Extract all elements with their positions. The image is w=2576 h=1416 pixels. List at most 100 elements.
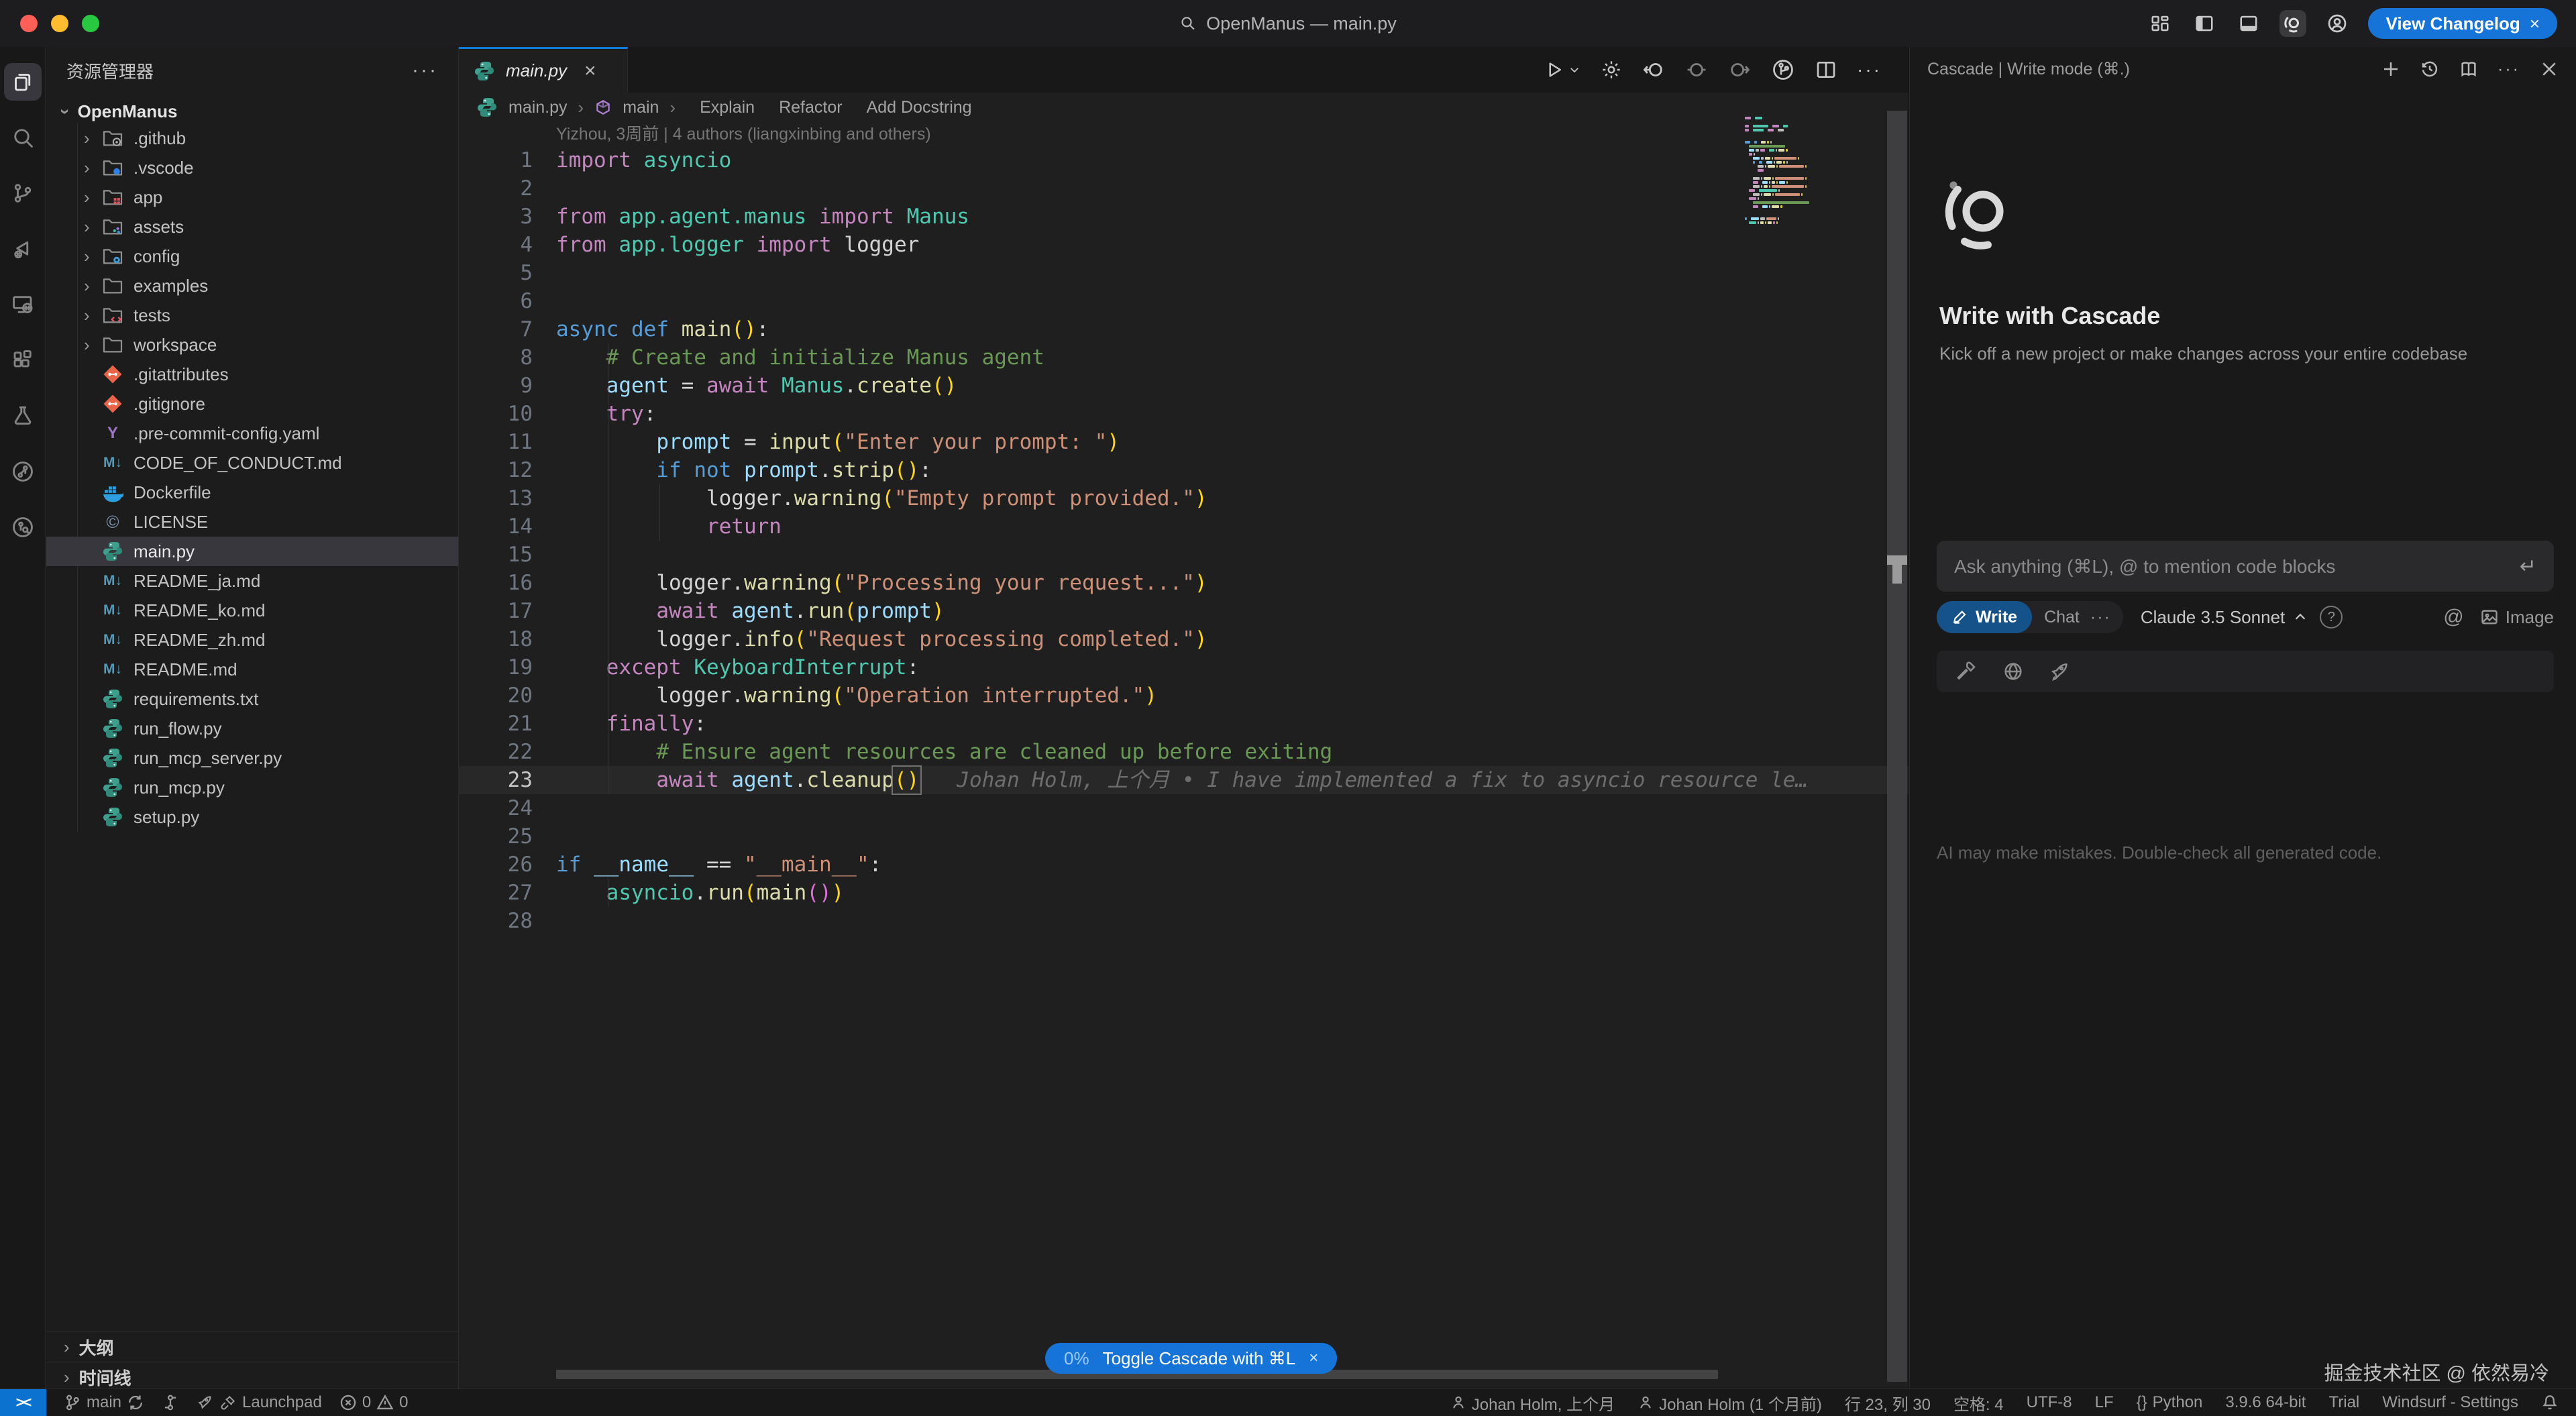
editor-more-actions-icon[interactable]: ··· <box>1857 59 1882 80</box>
code-line-13[interactable]: 13 logger.warning("Empty prompt provided… <box>459 484 1909 512</box>
code-line-7[interactable]: 7async def main(): <box>459 315 1909 343</box>
git-graph-status[interactable] <box>162 1394 179 1411</box>
code-line-17[interactable]: 17 await agent.run(prompt) <box>459 597 1909 625</box>
breadcrumb-symbol[interactable]: main <box>623 98 659 117</box>
zoom-window-button[interactable] <box>82 15 99 32</box>
code-line-9[interactable]: 9 agent = await Manus.create() <box>459 372 1909 400</box>
activity-testing-icon[interactable] <box>0 388 46 443</box>
tree-item-LICENSE[interactable]: ©LICENSE <box>46 507 458 537</box>
model-help-icon[interactable]: ? <box>2320 606 2343 629</box>
problems-status[interactable]: 0 0 <box>339 1393 409 1412</box>
code-line-21[interactable]: 21 finally: <box>459 710 1909 738</box>
timeline-run-icon[interactable] <box>1771 58 1795 82</box>
codelens-add-docstring[interactable]: Add Docstring <box>867 98 972 117</box>
view-changelog-button[interactable]: View Changelog × <box>2368 8 2557 39</box>
mode-more-icon[interactable]: ··· <box>2090 608 2111 627</box>
cascade-toggle-icon[interactable] <box>2279 10 2306 37</box>
tree-item-README_zh.md[interactable]: M↓README_zh.md <box>46 625 458 655</box>
tree-item-README_ko.md[interactable]: M↓README_ko.md <box>46 596 458 625</box>
toast-close-icon[interactable]: × <box>1309 1349 1318 1368</box>
remote-indicator[interactable]: >< <box>0 1389 46 1416</box>
nav-current-icon[interactable] <box>1685 58 1708 81</box>
split-editor-icon[interactable] <box>1815 59 1837 80</box>
nav-forward-icon[interactable] <box>1728 58 1751 81</box>
windsurf-settings-status[interactable]: Windsurf - Settings <box>2382 1393 2518 1412</box>
breadcrumb-file[interactable]: main.py <box>508 98 568 117</box>
activity-run-debug-icon[interactable] <box>0 221 46 276</box>
close-window-button[interactable] <box>20 15 38 32</box>
minimap[interactable] <box>1745 111 1887 223</box>
tree-item-.gitattributes[interactable]: .gitattributes <box>46 360 458 389</box>
code-line-15[interactable]: 15 <box>459 541 1909 569</box>
chat-mode-button[interactable]: Chat <box>2044 608 2080 627</box>
workspace-root-folder[interactable]: › OpenManus <box>46 97 458 126</box>
code-line-2[interactable]: 2 <box>459 174 1909 203</box>
trial-status[interactable]: Trial <box>2328 1393 2359 1412</box>
tree-item-workspace[interactable]: ›workspace <box>46 330 458 360</box>
code-line-1[interactable]: 1import asyncio <box>459 146 1909 174</box>
launchpad-status[interactable]: Launchpad <box>197 1393 322 1412</box>
activity-source-control-icon[interactable] <box>0 165 46 221</box>
git-branch-status[interactable]: main <box>64 1393 144 1412</box>
toggle-sidebar-icon[interactable] <box>2191 10 2218 37</box>
tree-item-tests[interactable]: ›tests <box>46 301 458 330</box>
run-python-file-button[interactable] <box>1544 60 1580 80</box>
history-icon[interactable] <box>2420 59 2440 79</box>
tree-item-setup.py[interactable]: setup.py <box>46 802 458 832</box>
close-panel-icon[interactable] <box>2539 59 2559 79</box>
notifications-bell-icon[interactable] <box>2541 1394 2559 1411</box>
code-line-26[interactable]: 26if __name__ == "__main__": <box>459 851 1909 879</box>
activity-remote-explorer-icon[interactable] <box>0 276 46 332</box>
editor-scrollbar[interactable] <box>1887 111 1907 1382</box>
tab-main-py[interactable]: main.py × <box>459 47 628 93</box>
indentation-status[interactable]: 空格: 4 <box>1953 1391 2004 1415</box>
code-line-27[interactable]: 27 asyncio.run(main()) <box>459 879 1909 907</box>
blame-author-status[interactable]: Johan Holm, 上个月 <box>1450 1391 1615 1415</box>
tree-item-run_mcp_server.py[interactable]: run_mcp_server.py <box>46 743 458 773</box>
timeline-section[interactable]: › 时间线 <box>46 1362 458 1392</box>
git-blame-codelens[interactable]: Yizhou, 3周前 | 4 authors (liangxinbing an… <box>459 122 1909 146</box>
write-mode-button[interactable]: Write <box>1937 601 2032 633</box>
code-line-8[interactable]: 8 # Create and initialize Manus agent <box>459 343 1909 372</box>
tree-item-CODE_OF_CONDUCT.md[interactable]: M↓CODE_OF_CONDUCT.md <box>46 448 458 478</box>
minimize-window-button[interactable] <box>51 15 68 32</box>
nav-back-icon[interactable] <box>1642 58 1665 81</box>
activity-search-icon[interactable] <box>0 109 46 165</box>
code-line-3[interactable]: 3from app.agent.manus import Manus <box>459 203 1909 231</box>
code-line-20[interactable]: 20 logger.warning("Operation interrupted… <box>459 682 1909 710</box>
code-line-10[interactable]: 10 try: <box>459 400 1909 428</box>
tree-item-assets[interactable]: ›assets <box>46 212 458 241</box>
window-title-search[interactable]: OpenManus — main.py <box>1179 0 1397 47</box>
scrollbar-thumb[interactable] <box>1887 555 1907 565</box>
tree-item-examples[interactable]: ›examples <box>46 271 458 301</box>
panel-more-actions-icon[interactable]: ··· <box>2498 60 2520 79</box>
codelens-explain[interactable]: Explain <box>700 98 755 117</box>
mention-at-icon[interactable]: @ <box>2443 606 2463 629</box>
codelens-refactor[interactable]: Refactor <box>779 98 842 117</box>
tab-close-icon[interactable]: × <box>584 60 596 83</box>
activity-explorer-icon[interactable] <box>0 54 46 109</box>
web-globe-icon[interactable] <box>2002 661 2024 682</box>
tree-item-run_mcp.py[interactable]: run_mcp.py <box>46 773 458 802</box>
tree-item-.gitignore[interactable]: .gitignore <box>46 389 458 419</box>
tree-item-main.py[interactable]: main.py <box>46 537 458 566</box>
submit-return-icon[interactable]: ↵ <box>2520 555 2536 578</box>
code-line-12[interactable]: 12 if not prompt.strip(): <box>459 456 1909 484</box>
tree-item-app[interactable]: ›app <box>46 182 458 212</box>
code-line-11[interactable]: 11 prompt = input("Enter your prompt: ") <box>459 428 1909 456</box>
code-line-24[interactable]: 24 <box>459 794 1909 822</box>
activity-plugin-search-icon[interactable] <box>0 499 46 555</box>
code-line-23[interactable]: 23 await agent.cleanup() Johan Holm, 上个月… <box>459 766 1909 794</box>
tree-item-requirements.txt[interactable]: requirements.txt <box>46 684 458 714</box>
code-editor[interactable]: Yizhou, 3周前 | 4 authors (liangxinbing an… <box>459 122 1909 1383</box>
customize-layout-icon[interactable] <box>2147 10 2174 37</box>
blame-commit-status[interactable]: Johan Holm (1 个月前) <box>1638 1391 1822 1415</box>
code-line-4[interactable]: 4from app.logger import logger <box>459 231 1909 259</box>
tree-item-.pre-commit-config.yaml[interactable]: Y.pre-commit-config.yaml <box>46 419 458 448</box>
tools-hammer-icon[interactable] <box>1955 661 1977 682</box>
scrollbar-thumb-stem[interactable] <box>1892 565 1902 584</box>
code-line-14[interactable]: 14 return <box>459 512 1909 541</box>
account-icon[interactable] <box>2324 10 2351 37</box>
python-version-status[interactable]: 3.9.6 64-bit <box>2225 1393 2306 1412</box>
open-docs-icon[interactable] <box>2459 59 2479 79</box>
